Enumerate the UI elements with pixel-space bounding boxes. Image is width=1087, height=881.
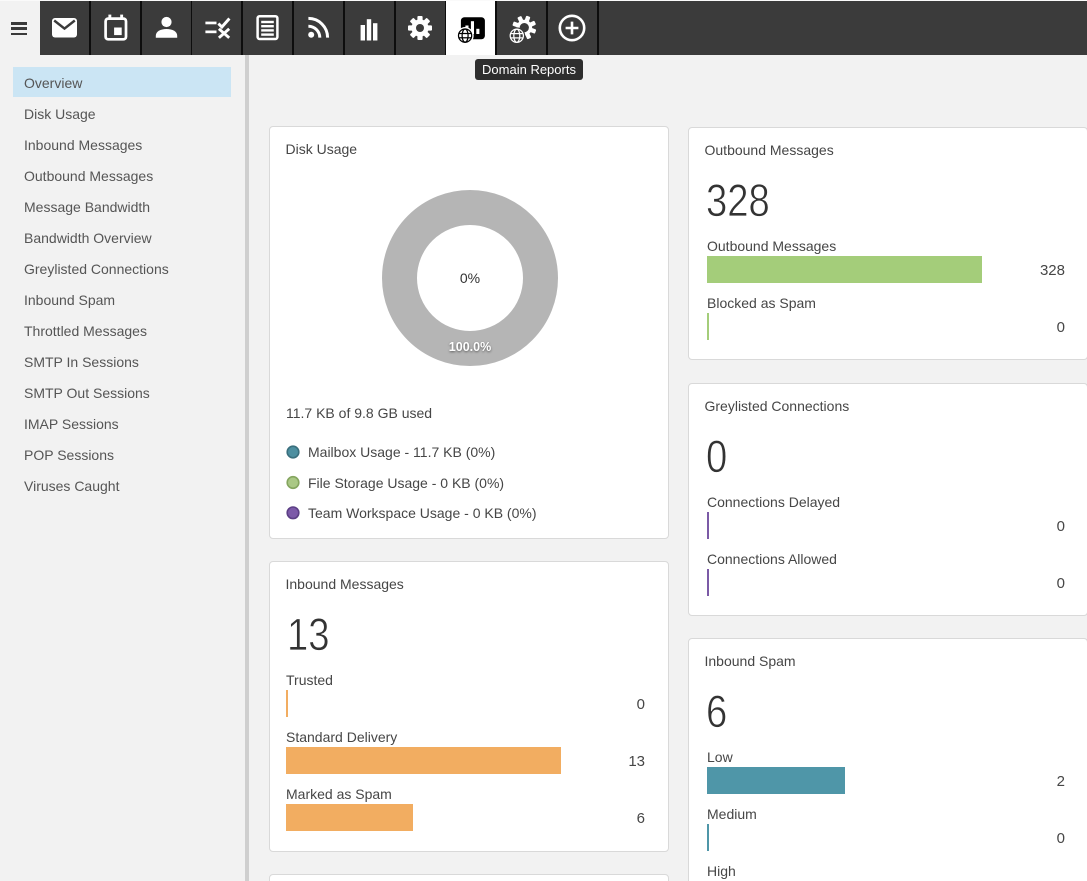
svg-text:0%: 0% [460,270,480,286]
svg-text:100.0%: 100.0% [449,340,491,354]
